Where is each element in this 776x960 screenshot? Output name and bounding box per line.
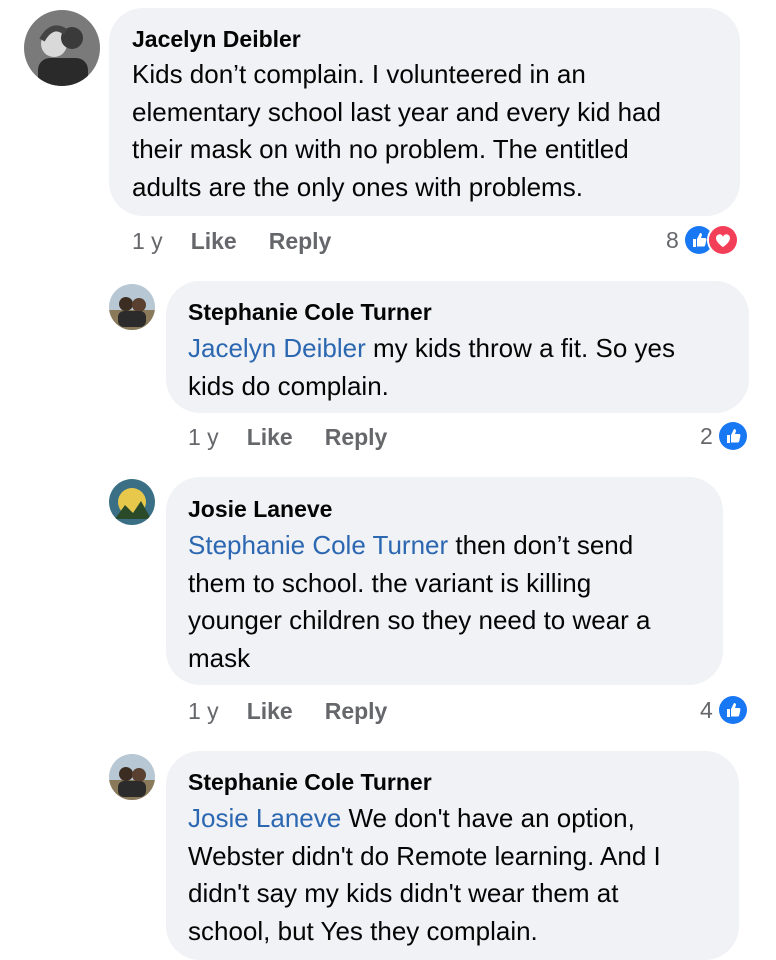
love-reaction-icon (706, 224, 739, 256)
like-reaction-icon (716, 694, 749, 726)
comment-author[interactable]: Jacelyn Deibler (132, 25, 301, 53)
mention-link[interactable]: Stephanie Cole Turner (188, 530, 448, 560)
comment-line: their mask on with no problem. The entit… (132, 134, 629, 164)
reaction-count: 2 (700, 422, 713, 449)
comment-line-text: my kids throw a fit. So yes (365, 333, 675, 363)
reaction-summary[interactable]: 8 (666, 224, 739, 256)
comment-line: elementary school last year and every ki… (132, 96, 661, 127)
comment-time[interactable]: 1 y (188, 422, 219, 452)
comment-meta: 1 y Like Reply (188, 696, 387, 726)
comment-line: didn't say my kids didn't wear them at (188, 878, 619, 908)
avatar[interactable] (109, 479, 155, 525)
comment-line: Webster didn't do Remote learning. And I (188, 840, 661, 871)
reply-button[interactable]: Reply (325, 422, 388, 452)
comment-line: school, but Yes they complain. (188, 915, 538, 946)
reply-button[interactable]: Reply (269, 226, 332, 256)
comment-line: mask (188, 642, 251, 673)
reaction-count: 8 (666, 226, 679, 253)
comment-line-text: We don't have an option, (341, 803, 635, 833)
avatar[interactable] (109, 284, 155, 330)
comment-text: Jacelyn Deibler my kids throw a fit. So … (188, 330, 743, 405)
comment-time[interactable]: 1 y (132, 226, 163, 256)
comment-line: Stephanie Cole Turner then don’t send (188, 527, 718, 565)
comment-line: Kids don’t complain. I volunteered in an (132, 59, 586, 89)
like-button[interactable]: Like (191, 226, 237, 256)
comment-line: adults are the only ones with problems. (132, 171, 583, 202)
comment-line-text: then don’t send (448, 530, 634, 560)
like-button[interactable]: Like (247, 422, 293, 452)
comment-line: younger children so they need to wear a (188, 605, 651, 635)
comment-text: Kids don’t complain. I volunteered in an… (132, 56, 732, 206)
comment-author[interactable]: Josie Laneve (188, 495, 332, 523)
reaction-summary[interactable]: 2 (700, 420, 749, 452)
reaction-count: 4 (700, 696, 713, 723)
avatar[interactable] (24, 10, 100, 86)
comment-time[interactable]: 1 y (188, 696, 219, 726)
reply-button[interactable]: Reply (325, 696, 388, 726)
comment-author[interactable]: Stephanie Cole Turner (188, 768, 432, 796)
mention-link[interactable]: Josie Laneve (188, 803, 341, 833)
avatar[interactable] (109, 754, 155, 800)
like-button[interactable]: Like (247, 696, 293, 726)
comment-line: Josie Laneve We don't have an option, (188, 800, 733, 838)
comment-line: kids do complain. (188, 370, 389, 401)
comment-author[interactable]: Stephanie Cole Turner (188, 298, 432, 326)
mention-link[interactable]: Jacelyn Deibler (188, 333, 366, 363)
reaction-summary[interactable]: 4 (700, 694, 749, 726)
comment-line: them to school. the variant is killing (188, 567, 592, 598)
comment-line: Jacelyn Deibler my kids throw a fit. So … (188, 330, 743, 368)
comment-text: Josie Laneve We don't have an option, We… (188, 800, 733, 950)
comment-meta: 1 y Like Reply (132, 226, 331, 256)
like-reaction-icon (716, 420, 749, 452)
comment-text: Stephanie Cole Turner then don’t send th… (188, 527, 718, 677)
comment-meta: 1 y Like Reply (188, 422, 387, 452)
